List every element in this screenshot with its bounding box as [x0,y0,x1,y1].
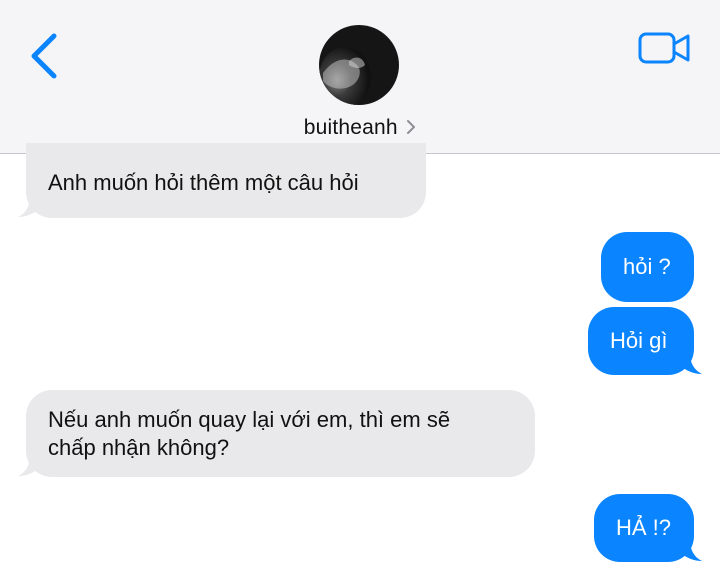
message-tail [18,196,40,217]
contact-name: buitheanh [303,116,398,139]
message-text: hỏi ? [623,254,671,279]
message-tail [680,353,702,374]
message-text-line: chấp nhận không? [48,435,230,460]
message-tail [18,455,40,476]
message-bubble-received[interactable]: Anh muốn hỏi thêm một câu hỏi [26,143,426,218]
message-text: Anh muốn hỏi thêm một câu hỏi [48,170,359,195]
conversation-header: buitheanh [0,0,720,154]
chevron-right-icon [407,120,416,134]
message-bubble-sent[interactable]: HẢ !? [594,494,694,562]
message-tail [680,540,702,561]
message-bubble-received[interactable]: Nếu anh muốn quay lại với em, thì em sẽ … [26,390,535,477]
video-camera-icon [638,32,690,64]
message-text: Hỏi gì [610,328,668,353]
facetime-video-button[interactable] [636,28,694,72]
back-button[interactable] [24,28,68,84]
message-text: HẢ !? [616,515,672,540]
message-bubble-sent[interactable]: Hỏi gì [588,307,694,375]
contact-avatar[interactable] [319,25,399,105]
message-bubble-sent[interactable]: hỏi ? [601,232,694,302]
contact-details-button[interactable]: buitheanh [0,116,720,140]
avatar-image [319,25,399,105]
chevron-left-icon [31,33,57,79]
message-text-line: Nếu anh muốn quay lại với em, thì em sẽ [48,407,451,432]
